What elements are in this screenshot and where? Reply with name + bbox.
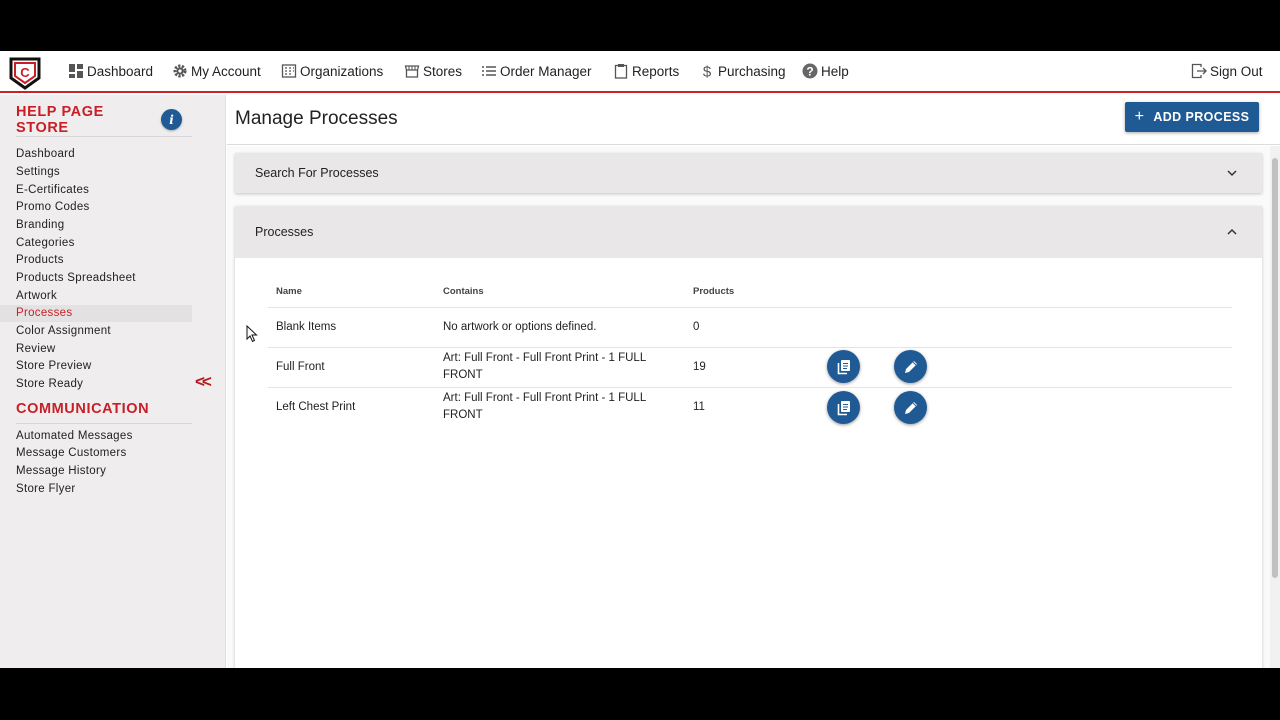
sidebar-item-message-customers[interactable]: Message Customers [16, 447, 127, 459]
sidebar-item-store-ready[interactable]: Store Ready [16, 378, 83, 390]
table-row: Blank Items No artwork or options define… [268, 307, 1232, 347]
sidebar-item-store-preview[interactable]: Store Preview [16, 360, 91, 372]
main-header: Manage Processes + ADD PROCESS [227, 95, 1280, 145]
chevron-up-icon [1227, 228, 1237, 235]
column-header-name[interactable]: Name [276, 286, 302, 297]
app-window: C Dashboard My Account Organizations Sto… [0, 51, 1280, 668]
sidebar-item-store-flyer[interactable]: Store Flyer [16, 483, 76, 495]
mouse-cursor-icon [246, 325, 258, 343]
nav-organizations-label: Organizations [300, 63, 384, 79]
sidebar-item-promo-codes[interactable]: Promo Codes [16, 201, 90, 213]
nav-organizations[interactable]: Organizations [281, 63, 383, 79]
sidebar-item-categories[interactable]: Categories [16, 237, 75, 249]
main-content: Search For Processes Processes Name Cont… [227, 146, 1280, 668]
sidebar-item-automated-messages[interactable]: Automated Messages [16, 430, 133, 442]
table-row: Full Front Art: Full Front - Full Front … [268, 347, 1232, 387]
vertical-scrollbar[interactable] [1270, 146, 1280, 668]
dashboard-icon [69, 64, 83, 78]
processes-panel: Processes Name Contains Products Blank I… [235, 206, 1262, 668]
sidebar-item-processes[interactable]: Processes [16, 307, 72, 319]
table-row: Left Chest Print Art: Full Front - Full … [268, 387, 1232, 427]
sidebar-item-products[interactable]: Products [16, 254, 64, 266]
copy-icon [837, 359, 850, 374]
add-process-button[interactable]: + ADD PROCESS [1125, 102, 1259, 132]
top-navigation: C Dashboard My Account Organizations Sto… [0, 51, 1280, 93]
clipboard-icon [614, 64, 628, 79]
add-process-label: ADD PROCESS [1153, 110, 1250, 124]
sidebar-item-dashboard[interactable]: Dashboard [16, 148, 75, 160]
process-contains: No artwork or options defined. [443, 321, 597, 333]
store-title: HELP PAGE STORE [16, 104, 104, 136]
process-contains: Art: Full Front - Full Front Print - 1 F… [443, 392, 646, 421]
process-products: 11 [693, 401, 705, 413]
process-name: Left Chest Print [276, 401, 356, 413]
process-products: 0 [693, 321, 700, 333]
nav-stores[interactable]: Stores [404, 63, 462, 79]
sidebar-item-artwork[interactable]: Artwork [16, 290, 57, 302]
edit-process-button[interactable] [894, 350, 927, 383]
svg-text:C: C [20, 65, 30, 80]
logo-icon[interactable]: C [8, 56, 42, 90]
sign-out-label: Sign Out [1210, 63, 1263, 79]
search-panel-header[interactable]: Search For Processes [235, 153, 1262, 193]
gear-icon [173, 64, 187, 78]
nav-help[interactable]: ? Help [802, 63, 849, 79]
process-contains: Art: Full Front - Full Front Print - 1 F… [443, 352, 646, 381]
sign-out-icon [1191, 63, 1207, 79]
sidebar-item-e-certificates[interactable]: E-Certificates [16, 184, 89, 196]
copy-icon [837, 400, 850, 415]
process-name: Blank Items [276, 321, 337, 333]
svg-text:?: ? [806, 65, 813, 79]
nav-reports-label: Reports [632, 63, 680, 79]
processes-panel-header[interactable]: Processes [235, 206, 1262, 258]
communication-title: COMMUNICATION [16, 401, 150, 417]
sidebar-item-color-assignment[interactable]: Color Assignment [16, 325, 111, 337]
search-panel-title: Search For Processes [255, 166, 379, 180]
nav-dashboard[interactable]: Dashboard [68, 63, 153, 79]
nav-purchasing-label: Purchasing [718, 63, 786, 79]
sidebar-item-branding[interactable]: Branding [16, 219, 64, 231]
plus-icon: + [1134, 108, 1145, 125]
info-button[interactable]: i [161, 109, 182, 130]
edit-process-button[interactable] [894, 391, 927, 424]
help-icon: ? [802, 63, 818, 79]
sign-out-button[interactable]: Sign Out [1191, 63, 1263, 79]
sidebar-item-products-spreadsheet[interactable]: Products Spreadsheet [16, 272, 136, 284]
chevron-down-icon [1227, 170, 1237, 177]
scrollbar-thumb[interactable] [1272, 158, 1278, 578]
nav-my-account[interactable]: My Account [172, 63, 261, 79]
building-icon [281, 64, 297, 78]
process-products: 19 [693, 361, 706, 373]
sidebar-item-settings[interactable]: Settings [16, 166, 60, 178]
store-icon [404, 65, 420, 78]
sidebar-divider [16, 136, 192, 137]
column-header-contains[interactable]: Contains [443, 286, 484, 297]
sidebar-item-review[interactable]: Review [16, 343, 56, 355]
copy-process-button[interactable] [827, 350, 860, 383]
sidebar-item-message-history[interactable]: Message History [16, 465, 106, 477]
collapse-sidebar-icon[interactable]: << [195, 372, 212, 392]
svg-text:$: $ [703, 64, 712, 80]
search-panel: Search For Processes [235, 153, 1262, 193]
list-icon [482, 66, 496, 76]
nav-help-label: Help [821, 63, 849, 79]
column-header-products[interactable]: Products [693, 286, 734, 297]
pencil-icon [904, 401, 917, 414]
nav-reports[interactable]: Reports [613, 63, 679, 79]
nav-stores-label: Stores [423, 63, 463, 79]
processes-panel-title: Processes [255, 225, 314, 239]
pencil-icon [904, 360, 917, 373]
nav-dashboard-label: Dashboard [87, 63, 154, 79]
page-title: Manage Processes [235, 108, 398, 129]
sidebar: HELP PAGE STORE i Dashboard Settings E-C… [0, 95, 226, 668]
copy-process-button[interactable] [827, 391, 860, 424]
nav-order-manager-label: Order Manager [500, 63, 592, 79]
process-name: Full Front [276, 361, 325, 373]
nav-my-account-label: My Account [191, 63, 261, 79]
nav-order-manager[interactable]: Order Manager [481, 63, 592, 79]
dollar-icon: $ [703, 64, 712, 80]
sidebar-divider [16, 423, 192, 424]
nav-purchasing[interactable]: $ Purchasing [699, 63, 786, 80]
